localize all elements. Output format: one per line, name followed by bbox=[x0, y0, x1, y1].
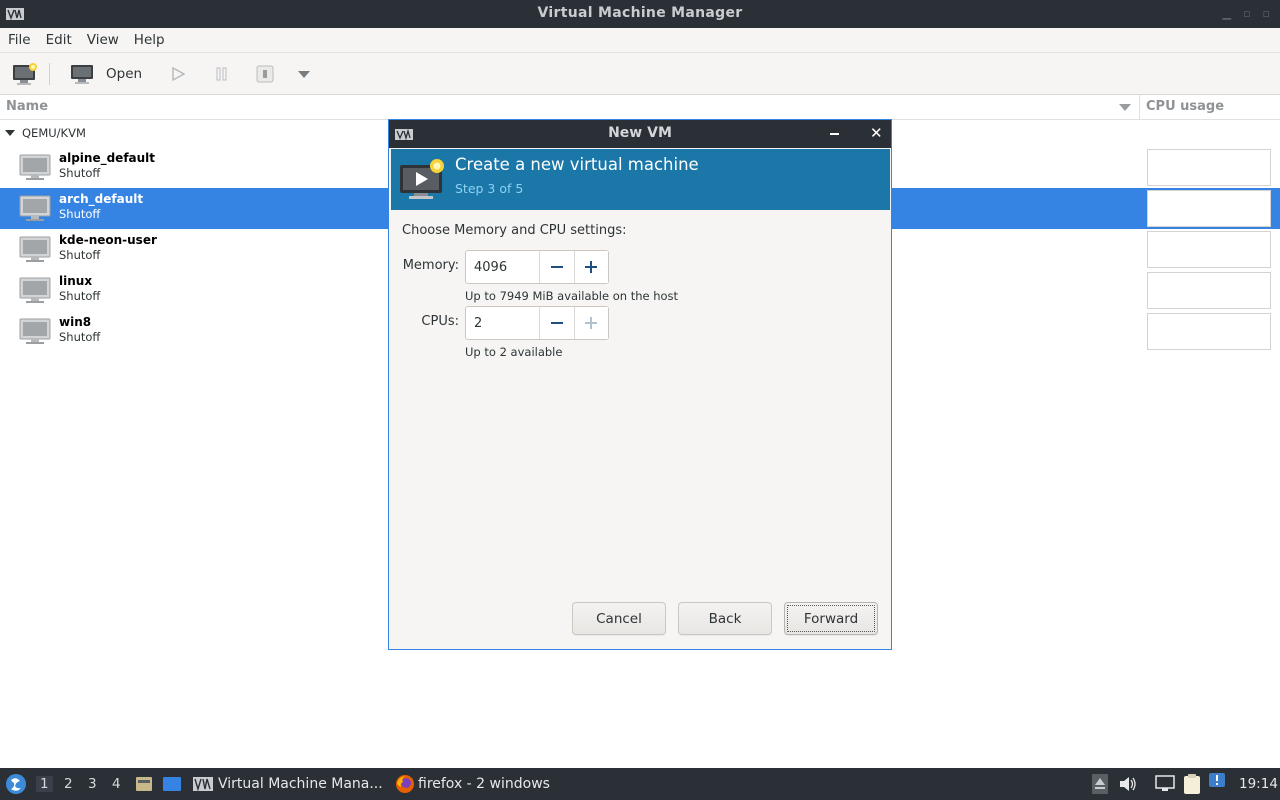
cancel-button[interactable]: Cancel bbox=[572, 602, 666, 635]
wizard-step: Step 3 of 5 bbox=[455, 181, 524, 196]
vm-name: alpine_default bbox=[59, 151, 156, 165]
memory-spinbox bbox=[465, 250, 609, 284]
network-icon[interactable] bbox=[1155, 775, 1175, 793]
forward-button[interactable]: Forward bbox=[784, 602, 878, 635]
connection-group-qemu-kvm[interactable]: QEMU/KVM bbox=[5, 126, 86, 140]
window-titlebar[interactable]: Virtual Machine Manager ▁ ▫ ▫ bbox=[0, 0, 1280, 28]
dialog-title: New VM bbox=[608, 125, 672, 141]
new-vm-dialog: New VM ✕ Create a new virtual machine St… bbox=[388, 119, 892, 650]
cpus-hint: Up to 2 available bbox=[465, 345, 563, 359]
dialog-minimize-icon[interactable] bbox=[830, 133, 839, 135]
notification-icon[interactable] bbox=[1208, 772, 1226, 790]
vm-monitor-icon bbox=[19, 236, 51, 262]
back-button[interactable]: Back bbox=[678, 602, 772, 635]
start-menu-icon[interactable] bbox=[4, 772, 28, 796]
name-column-header[interactable]: Name bbox=[6, 99, 48, 114]
minus-icon bbox=[550, 266, 563, 268]
toolbar: Open bbox=[0, 53, 1280, 95]
memory-label: Memory: bbox=[402, 258, 459, 273]
dialog-titlebar[interactable]: New VM ✕ bbox=[389, 120, 891, 148]
memory-hint: Up to 7949 MiB available on the host bbox=[465, 289, 679, 303]
minimize-window-icon[interactable]: ▁ bbox=[1223, 7, 1231, 20]
wizard-banner: Create a new virtual machine Step 3 of 5 bbox=[391, 149, 890, 210]
memory-increment-button[interactable] bbox=[573, 251, 608, 283]
tray-eject-icon[interactable] bbox=[1092, 774, 1108, 794]
vm-state: Shutoff bbox=[59, 207, 101, 221]
vm-name: kde-neon-user bbox=[59, 233, 157, 247]
cpu-usage-graph bbox=[1147, 190, 1271, 227]
vm-name: win8 bbox=[59, 315, 92, 329]
menu-file[interactable]: File bbox=[8, 32, 31, 48]
vm-state: Shutoff bbox=[59, 166, 101, 180]
close-window-icon[interactable]: ▫ bbox=[1263, 7, 1270, 20]
vm-monitor-icon bbox=[19, 154, 51, 180]
open-button-label[interactable]: Open bbox=[106, 66, 142, 82]
open-vm-icon[interactable] bbox=[70, 63, 94, 85]
column-separator bbox=[1139, 95, 1140, 120]
menubar: File Edit View Help bbox=[0, 28, 1280, 53]
dialog-close-icon[interactable]: ✕ bbox=[870, 124, 883, 142]
vm-list-header: Name CPU usage bbox=[0, 95, 1280, 120]
vm-state: Shutoff bbox=[59, 248, 101, 262]
cpus-label: CPUs: bbox=[421, 314, 459, 329]
workspace-1[interactable]: 1 bbox=[36, 776, 53, 792]
firefox-icon bbox=[396, 775, 414, 793]
clock[interactable]: 19:14 bbox=[1239, 776, 1278, 792]
plus-icon bbox=[585, 261, 598, 273]
plus-icon bbox=[585, 317, 598, 329]
cpu-usage-graph bbox=[1147, 231, 1271, 268]
cpu-usage-graph bbox=[1147, 272, 1271, 309]
workspace-2[interactable]: 2 bbox=[64, 776, 73, 792]
task-virtual-machine-manager[interactable]: Virtual Machine Mana... bbox=[218, 776, 383, 792]
shutdown-icon[interactable] bbox=[256, 65, 274, 83]
menu-edit[interactable]: Edit bbox=[46, 32, 72, 48]
volume-icon[interactable] bbox=[1119, 776, 1137, 792]
window-title: Virtual Machine Manager bbox=[537, 5, 743, 21]
minus-icon bbox=[550, 322, 563, 324]
menu-view[interactable]: View bbox=[87, 32, 119, 48]
wizard-title: Create a new virtual machine bbox=[455, 155, 699, 174]
vm-monitor-icon bbox=[19, 277, 51, 303]
connection-label: QEMU/KVM bbox=[22, 126, 86, 140]
run-play-icon[interactable] bbox=[170, 66, 186, 82]
workspace-3[interactable]: 3 bbox=[88, 776, 97, 792]
cpus-input[interactable] bbox=[466, 307, 539, 339]
cpu-usage-graph bbox=[1147, 149, 1271, 186]
cpus-decrement-button[interactable] bbox=[539, 307, 574, 339]
clipboard-icon[interactable] bbox=[1182, 773, 1202, 795]
memory-input[interactable] bbox=[466, 251, 539, 283]
new-vm-icon[interactable] bbox=[12, 62, 38, 86]
vm-state: Shutoff bbox=[59, 289, 101, 303]
taskbar: 1 2 3 4 Virtual Machine Mana... firefox … bbox=[0, 768, 1280, 800]
vm-name: linux bbox=[59, 274, 93, 288]
show-desktop-icon[interactable] bbox=[162, 775, 182, 793]
vm-state: Shutoff bbox=[59, 330, 101, 344]
instruction-text: Choose Memory and CPU settings: bbox=[402, 223, 627, 238]
toolbar-separator bbox=[49, 63, 50, 85]
task-firefox[interactable]: firefox - 2 windows bbox=[418, 776, 550, 792]
cpu-usage-graph bbox=[1147, 313, 1271, 350]
shutdown-menu-chevron-down-icon[interactable] bbox=[298, 71, 310, 79]
new-vm-wizard-icon bbox=[400, 159, 444, 199]
file-manager-icon[interactable] bbox=[135, 775, 153, 793]
cpu-usage-column-header[interactable]: CPU usage bbox=[1146, 99, 1224, 114]
maximize-window-icon[interactable]: ▫ bbox=[1243, 7, 1250, 20]
cpus-increment-button[interactable] bbox=[573, 307, 608, 339]
sort-chevron-down-icon[interactable] bbox=[1119, 104, 1131, 111]
memory-decrement-button[interactable] bbox=[539, 251, 574, 283]
vmm-task-icon bbox=[193, 777, 213, 791]
pause-icon[interactable] bbox=[214, 66, 230, 82]
cpus-spinbox bbox=[465, 306, 609, 340]
vm-name: arch_default bbox=[59, 192, 144, 206]
workspace-4[interactable]: 4 bbox=[112, 776, 121, 792]
vm-monitor-icon bbox=[19, 318, 51, 344]
menu-help[interactable]: Help bbox=[134, 32, 165, 48]
expander-triangle-icon[interactable] bbox=[5, 130, 15, 136]
vm-monitor-icon bbox=[19, 195, 51, 221]
